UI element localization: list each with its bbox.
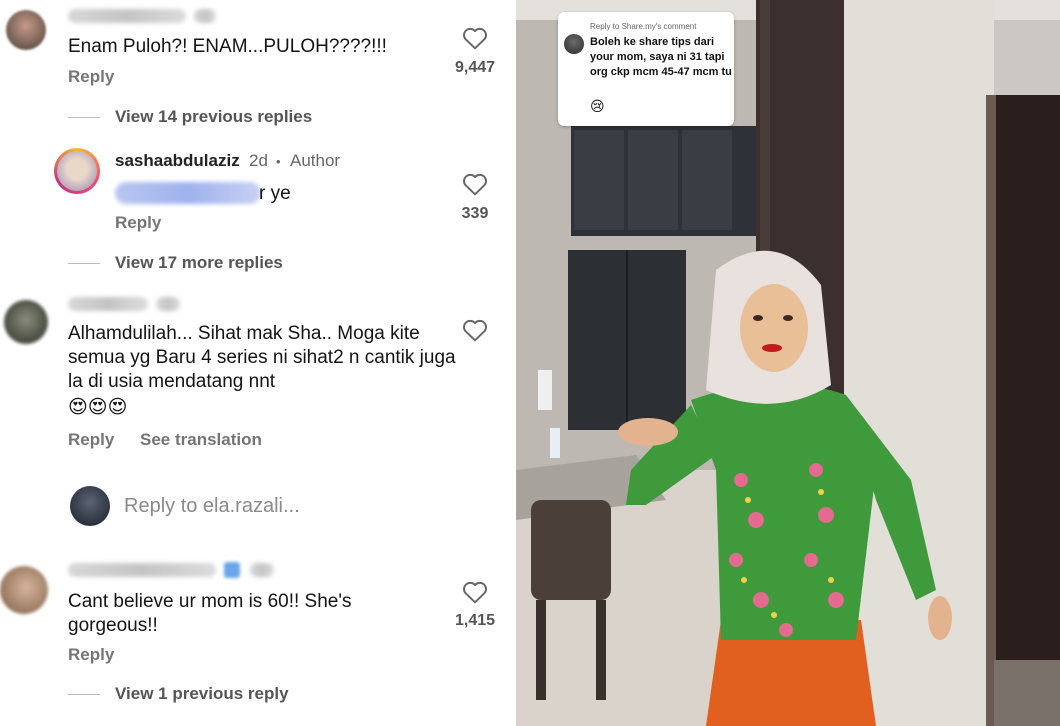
comment-time-blurred: [156, 297, 180, 311]
commenter-username-blurred[interactable]: [68, 9, 186, 23]
sticker-emoji: 😢: [590, 98, 605, 114]
like-heart-icon[interactable]: [462, 172, 488, 196]
reply-input[interactable]: Reply to ela.razali...: [124, 495, 300, 518]
reply-button[interactable]: Reply: [68, 430, 114, 450]
like-count: 339: [461, 205, 489, 222]
author-avatar[interactable]: [54, 148, 100, 194]
verified-badge-blurred: [224, 562, 240, 578]
reply-comment-sticker: Reply to Share.my's comment Boleh ke sha…: [558, 12, 734, 126]
reply-button[interactable]: Reply: [68, 645, 114, 665]
comment-emojis: 😍😍😍: [68, 397, 128, 418]
commenter-avatar[interactable]: [4, 300, 48, 344]
thread-line: [68, 263, 100, 264]
sticker-header: Reply to Share.my's comment: [590, 22, 697, 31]
see-translation-link[interactable]: See translation: [140, 430, 262, 450]
like-count: 1,415: [454, 612, 496, 629]
sticker-text: Boleh ke share tips dari your mom, saya …: [590, 36, 732, 78]
commenter-username-blurred[interactable]: [68, 563, 216, 577]
comments-panel: Enam Puloh?! ENAM...PULOH????!!! Reply 9…: [0, 0, 516, 726]
comment-time-blurred: [250, 563, 274, 577]
commenter-avatar[interactable]: [0, 566, 48, 614]
thread-line: [68, 694, 100, 695]
reply-button[interactable]: Reply: [68, 67, 114, 87]
view-previous-replies[interactable]: View 14 previous replies: [115, 107, 312, 127]
reply-time: 2d: [249, 151, 268, 170]
comment-text: Alhamdulilah... Sihat mak Sha.. Moga kit…: [68, 323, 456, 392]
comment-text: Cant believe ur mom is 60!! She's gorgeo…: [68, 591, 352, 636]
commenter-avatar[interactable]: [6, 10, 46, 50]
view-previous-reply[interactable]: View 1 previous reply: [115, 684, 289, 704]
like-heart-icon[interactable]: [462, 318, 488, 342]
reply-button[interactable]: Reply: [115, 213, 161, 233]
author-badge: Author: [290, 151, 341, 170]
sticker-avatar: [564, 34, 584, 54]
author-avatar-photo: [57, 151, 97, 191]
author-reply-text: r ye: [259, 183, 291, 204]
like-count: 9,447: [454, 59, 496, 76]
meta-separator: •: [276, 154, 281, 169]
commenter-username-blurred[interactable]: [68, 297, 148, 311]
comment-text: Enam Puloh?! ENAM...PULOH????!!!: [68, 36, 387, 57]
my-avatar: [70, 486, 110, 526]
view-more-replies[interactable]: View 17 more replies: [115, 253, 283, 273]
like-heart-icon[interactable]: [462, 26, 488, 50]
video-frame[interactable]: Reply to Share.my's comment Boleh ke sha…: [516, 0, 1060, 726]
thread-line: [68, 117, 100, 118]
author-username[interactable]: sashaabdulaziz: [115, 151, 240, 171]
like-heart-icon[interactable]: [462, 580, 488, 604]
mention-blurred[interactable]: [115, 182, 261, 204]
comment-time-blurred: [194, 9, 216, 23]
